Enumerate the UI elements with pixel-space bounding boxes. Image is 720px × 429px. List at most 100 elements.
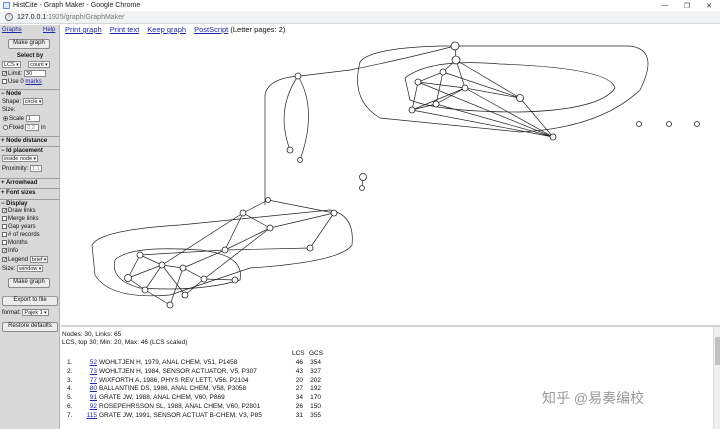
window-title: HistCite - Graph Maker - Google Chrome (13, 2, 141, 9)
graph-node (181, 291, 189, 299)
graph-node (286, 146, 294, 154)
proximity-input[interactable]: 1.1 (30, 165, 43, 172)
node-distance-header[interactable]: + Node distance (0, 136, 60, 144)
merge-links-label: Merge links (8, 216, 39, 223)
watermark-text: 知乎 @易奏编校 (542, 390, 645, 406)
record-id-link[interactable]: 115 (83, 412, 97, 420)
site-info-icon[interactable]: i (5, 13, 13, 21)
gap-years-label: Gap years (8, 224, 36, 231)
use0-checkbox[interactable] (2, 79, 7, 84)
letter-pages-text: (Letter pages: 2) (230, 25, 286, 34)
export-to-file-button[interactable]: Export to file (2, 296, 58, 306)
record-id-link[interactable]: 73 (83, 368, 97, 376)
url-text[interactable]: 127.0.0.1:1925/graph/GraphMaker (17, 14, 124, 21)
graph-node (297, 157, 303, 163)
draw-links-checkbox[interactable]: ✓ (2, 208, 7, 214)
scale-label: Scale (9, 116, 25, 123)
draw-links-label: Draw links (8, 208, 36, 215)
nodes-links-summary: Nodes: 30, Links: 65 (62, 331, 122, 338)
fixed-input[interactable]: 0.2 (25, 124, 40, 131)
maximize-icon[interactable]: ❐ (676, 0, 698, 11)
graph-link (127, 277, 171, 306)
window-titlebar: HistCite - Graph Maker - Google Chrome —… (0, 0, 720, 11)
print-graph-link[interactable]: Print graph (65, 25, 102, 35)
graph-node (516, 94, 524, 102)
graph-node (179, 264, 187, 272)
lcs-column-header: LCS (292, 350, 305, 357)
graph-link (264, 45, 456, 205)
font-sizes-header[interactable]: + Font sizes (0, 188, 60, 196)
size-dropdown[interactable]: window (17, 265, 44, 272)
graph-node (141, 286, 149, 294)
format-label: format: (2, 310, 21, 317)
graph-node (136, 251, 144, 259)
graph-node (124, 274, 132, 282)
record-id-link[interactable]: 80 (83, 385, 97, 393)
fixed-radio[interactable] (3, 125, 8, 130)
keep-graph-link[interactable]: Keep graph (147, 25, 186, 35)
graph-link (411, 45, 457, 111)
graph-info-panel: Nodes: 30, Links: 65 LCS, top 30; Min: 2… (62, 331, 712, 429)
graph-node (266, 224, 274, 232)
citation-graph[interactable] (61, 36, 720, 324)
gap-years-checkbox[interactable] (2, 224, 7, 229)
merge-links-checkbox[interactable] (2, 216, 7, 221)
make-graph-button-top[interactable]: Make graph (8, 39, 50, 49)
select-by-label: Select by (16, 53, 44, 59)
record-id-link[interactable]: 77 (83, 377, 97, 385)
graph-link (182, 227, 271, 280)
restore-defaults-button[interactable]: Restore defaults (2, 322, 58, 332)
legend-checkbox[interactable]: ✓ (2, 257, 7, 263)
postscript-link[interactable]: PostScript (194, 25, 228, 34)
graph-node (414, 78, 422, 86)
graph-node (330, 209, 338, 217)
months-checkbox[interactable] (2, 240, 7, 245)
id-placement-header[interactable]: − Id placement (0, 146, 60, 154)
legend-dropdown[interactable]: brief (29, 256, 49, 263)
graphs-link[interactable]: Graphs (2, 27, 22, 34)
select-by-dropdown[interactable]: LCS (2, 61, 21, 68)
make-graph-button-bottom[interactable]: Make graph (8, 278, 50, 288)
record-id-link[interactable]: 91 (83, 394, 97, 402)
graph-node (432, 100, 440, 108)
graph-node (694, 121, 700, 127)
proximity-label: Proximity: (2, 166, 29, 173)
shape-label: Shape: (2, 99, 22, 106)
print-text-link[interactable]: Print text (110, 25, 140, 35)
record-id-link[interactable]: 52 (83, 359, 97, 367)
graph-link (455, 59, 554, 138)
help-link[interactable]: Help (43, 27, 55, 34)
node-section-header[interactable]: − Node (0, 89, 60, 97)
graph-node (408, 106, 416, 114)
graph-node (439, 68, 447, 76)
graph-link (127, 254, 163, 291)
graph-node (451, 55, 461, 65)
num-records-checkbox[interactable] (2, 232, 7, 237)
window-controls: — ❐ ✕ (654, 0, 720, 11)
format-dropdown[interactable]: Pajek 1 (22, 309, 49, 316)
address-bar[interactable]: i 127.0.0.1:1925/graph/GraphMaker (0, 11, 720, 24)
limit-input[interactable]: 30 (24, 70, 47, 77)
minimize-icon[interactable]: — (654, 0, 676, 11)
select-mode-dropdown[interactable]: count (28, 61, 50, 68)
arrowhead-header[interactable]: + Arrowhead (0, 178, 60, 186)
scale-input[interactable]: 1 (25, 115, 40, 122)
shape-dropdown[interactable]: circle (22, 98, 44, 105)
close-icon[interactable]: ✕ (698, 0, 720, 11)
graph-toolbar: Print graph Print text Keep graph PostSc… (65, 25, 285, 35)
num-records-label: # of records (8, 232, 40, 239)
marks-link[interactable]: marks (25, 79, 41, 85)
id-placement-dropdown[interactable]: inside node (2, 155, 39, 162)
scrollbar-thumb[interactable] (715, 337, 720, 365)
record-id-link[interactable]: 92 (83, 403, 97, 411)
graph-link (283, 75, 309, 161)
legend-label: Legend (8, 257, 29, 264)
scale-radio[interactable] (3, 116, 8, 121)
display-header[interactable]: − Display (0, 199, 60, 207)
info-checkbox[interactable]: ✓ (2, 248, 7, 254)
info-scrollbar[interactable] (713, 327, 720, 429)
graph-link (161, 212, 244, 266)
graph-node (200, 275, 208, 283)
limit-checkbox[interactable]: ✓ (2, 71, 7, 77)
pane-divider[interactable] (61, 325, 720, 327)
